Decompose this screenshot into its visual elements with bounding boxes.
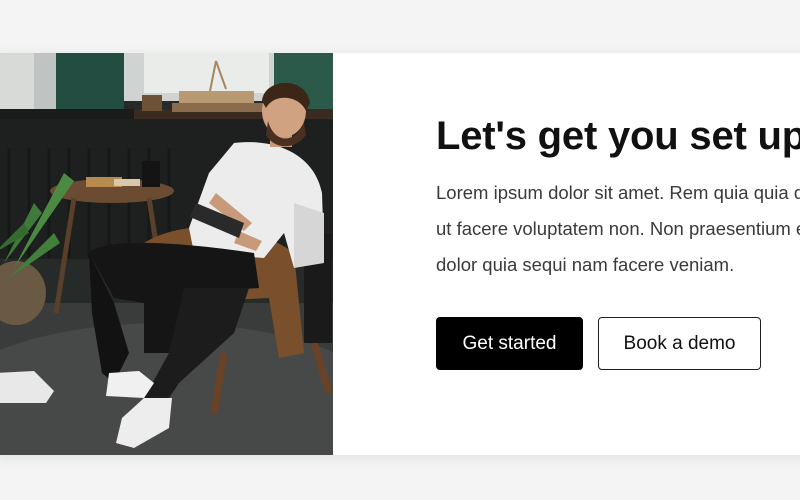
man-with-tablet-image [0,53,333,455]
hero-description: Lorem ipsum dolor sit amet. Rem quia qui… [436,182,800,275]
hero-title: Let's get you set up [436,114,800,158]
hero-photo [0,53,333,455]
get-started-button[interactable]: Get started [436,317,583,370]
hero-card: Let's get you set up Lorem ipsum dolor s… [0,53,800,455]
hero-actions: Get started Book a demo [436,317,800,370]
hero-content: Let's get you set up Lorem ipsum dolor s… [333,53,800,455]
page: Let's get you set up Lorem ipsum dolor s… [0,0,800,500]
book-demo-button[interactable]: Book a demo [598,317,761,370]
